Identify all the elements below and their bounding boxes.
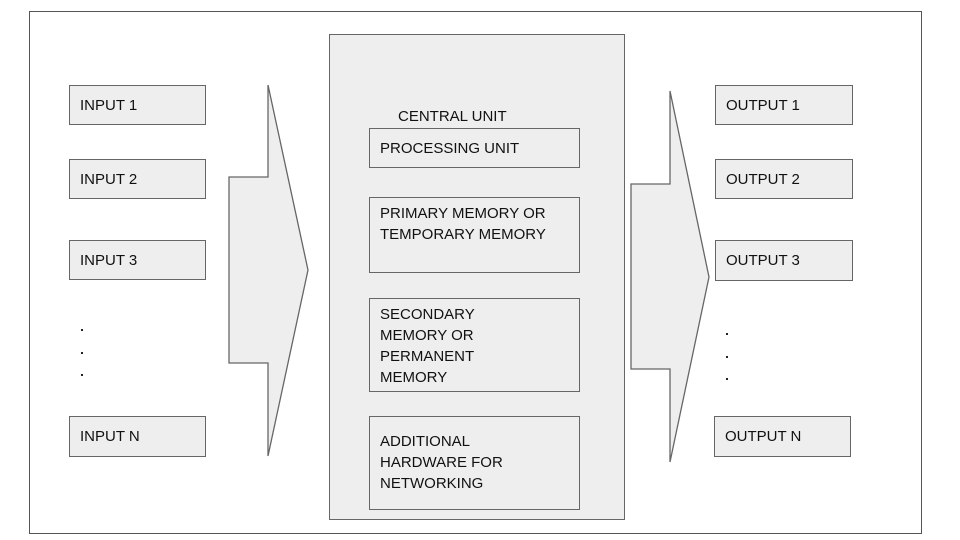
output-box-n: OUTPUT N: [714, 416, 851, 457]
input-label: INPUT 2: [80, 170, 138, 188]
component-label: PROCESSING UNIT: [380, 139, 520, 157]
component-label: SECONDARY MEMORY OR PERMANENT MEMORY: [380, 306, 475, 386]
input-box-3: INPUT 3: [69, 240, 206, 280]
component-label: PRIMARY MEMORY OR TEMPORARY MEMORY: [380, 205, 546, 243]
input-box-1: INPUT 1: [69, 85, 206, 125]
input-to-central-arrow: [228, 84, 309, 457]
output-label: OUTPUT 2: [726, 170, 800, 188]
input-ellipsis-dot: [81, 352, 83, 354]
output-label: OUTPUT 1: [726, 96, 800, 114]
primary-memory-box: PRIMARY MEMORY OR TEMPORARY MEMORY: [369, 197, 580, 273]
input-label: INPUT N: [80, 428, 140, 445]
input-ellipsis-dot: [81, 329, 83, 331]
output-box-3: OUTPUT 3: [715, 240, 853, 281]
output-ellipsis-dot: [726, 333, 728, 335]
output-ellipsis-dot: [726, 378, 728, 380]
input-ellipsis-dot: [81, 374, 83, 376]
networking-hardware-box: ADDITIONAL HARDWARE FOR NETWORKING: [369, 416, 580, 510]
output-box-2: OUTPUT 2: [715, 159, 853, 199]
output-box-1: OUTPUT 1: [715, 85, 853, 125]
output-ellipsis-dot: [726, 356, 728, 358]
component-label: ADDITIONAL HARDWARE FOR NETWORKING: [380, 433, 503, 492]
input-box-2: INPUT 2: [69, 159, 206, 199]
output-label: OUTPUT N: [725, 428, 802, 445]
input-box-n: INPUT N: [69, 416, 206, 457]
central-unit-title: CENTRAL UNIT: [398, 108, 507, 125]
input-label: INPUT 1: [80, 96, 138, 114]
central-to-output-arrow: [630, 90, 710, 463]
input-label: INPUT 3: [80, 251, 138, 269]
secondary-memory-box: SECONDARY MEMORY OR PERMANENT MEMORY: [369, 298, 580, 392]
processing-unit-box: PROCESSING UNIT: [369, 128, 580, 168]
output-label: OUTPUT 3: [726, 252, 800, 269]
